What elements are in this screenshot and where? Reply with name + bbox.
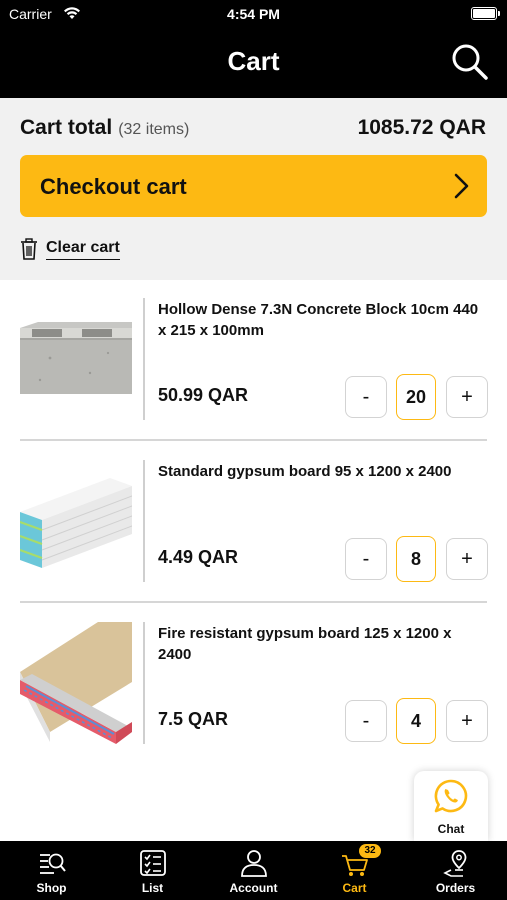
quantity-value[interactable]: 4 [396, 698, 436, 744]
product-image-fire-resistant-board [20, 622, 132, 744]
decrease-quantity-button[interactable]: - [345, 376, 387, 418]
decrease-quantity-button[interactable]: - [345, 700, 387, 742]
nav-label-list: List [141, 881, 164, 895]
bottom-navigation: Shop List Account 32 Cart Orders [0, 841, 507, 900]
cart-total-label: Cart total [20, 116, 113, 139]
orders-location-icon [443, 850, 467, 877]
nav-label-orders: Orders [435, 881, 476, 895]
nav-item-shop[interactable]: Shop [1, 841, 102, 900]
quantity-value[interactable]: 8 [396, 536, 436, 582]
checkout-label: Checkout cart [40, 174, 187, 199]
cart-item: Fire resistant gypsum board 125 x 1200 x… [20, 622, 488, 762]
checkout-button[interactable]: Checkout cart [20, 155, 487, 217]
chat-button[interactable]: Chat [414, 771, 488, 841]
product-price: 4.49 QAR [158, 547, 239, 567]
nav-label-cart: Cart [342, 881, 367, 895]
whatsapp-icon [434, 779, 468, 813]
quantity-value[interactable]: 20 [396, 374, 436, 420]
search-icon[interactable] [450, 42, 490, 82]
product-image-concrete-block [20, 322, 132, 394]
clear-cart-label: Clear cart [46, 239, 120, 260]
product-name[interactable]: Standard gypsum board 95 x 1200 x 2400 [158, 461, 488, 482]
items-count: (32 items) [118, 121, 190, 138]
account-icon [241, 850, 267, 877]
nav-item-list[interactable]: List [102, 841, 203, 900]
top-bar: Carrier 4:54 PM Cart [0, 0, 507, 98]
nav-label-account: Account [229, 881, 278, 895]
status-time: 4:54 PM [227, 6, 280, 22]
cart-summary: Cart total (32 items) 1085.72 QAR Checkou… [0, 98, 507, 280]
item-divider-vertical [143, 622, 145, 744]
item-divider [20, 601, 487, 603]
chevron-right-icon [454, 173, 469, 199]
clear-cart-button[interactable]: Clear cart [20, 236, 120, 262]
status-bar: Carrier 4:54 PM [0, 0, 507, 28]
increase-quantity-button[interactable]: + [446, 700, 488, 742]
page-title: Cart [227, 46, 280, 76]
nav-label-shop: Shop [36, 881, 67, 895]
battery-icon [471, 7, 500, 20]
product-name[interactable]: Hollow Dense 7.3N Concrete Block 10cm 44… [158, 299, 488, 341]
cart-item: Standard gypsum board 95 x 1200 x 2400 4… [20, 460, 488, 600]
cart-total-heading: Cart total (32 items) [20, 116, 189, 140]
cart-item: Hollow Dense 7.3N Concrete Block 10cm 44… [20, 298, 488, 438]
product-image-gypsum-board [20, 478, 132, 568]
product-name[interactable]: Fire resistant gypsum board 125 x 1200 x… [158, 623, 488, 665]
increase-quantity-button[interactable]: + [446, 376, 488, 418]
cart-badge: 32 [359, 844, 381, 858]
cart-total-amount: 1085.72 QAR [357, 116, 486, 139]
checklist-icon [140, 850, 166, 876]
item-divider [20, 439, 487, 441]
shop-search-icon [40, 853, 66, 874]
nav-item-orders[interactable]: Orders [405, 841, 506, 900]
decrease-quantity-button[interactable]: - [345, 538, 387, 580]
item-divider-vertical [143, 298, 145, 420]
nav-item-account[interactable]: Account [203, 841, 304, 900]
product-price: 7.5 QAR [158, 709, 229, 729]
item-divider-vertical [143, 460, 145, 582]
chat-label: Chat [437, 822, 465, 836]
increase-quantity-button[interactable]: + [446, 538, 488, 580]
nav-item-cart[interactable]: 32 Cart [304, 841, 405, 900]
product-price: 50.99 QAR [158, 385, 249, 405]
trash-icon [21, 238, 37, 260]
